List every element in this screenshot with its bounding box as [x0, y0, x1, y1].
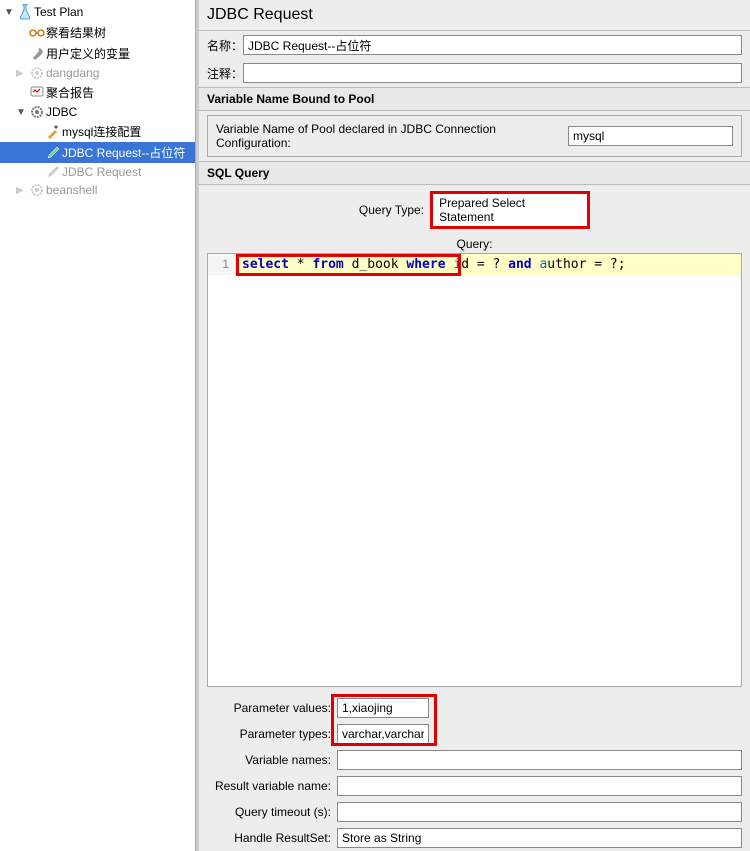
varnames-input[interactable] — [337, 750, 742, 770]
tree-panel: ▼ Test Plan 察看结果树 用户定义的变量 — [0, 0, 196, 851]
tree-item-jdbc-request-disabled[interactable]: JDBC Request — [0, 163, 195, 181]
sql-section-header: SQL Query — [199, 161, 750, 185]
resultvar-input[interactable] — [337, 776, 742, 796]
sql-editor[interactable]: 1 select * from d_book where id = ? and … — [207, 253, 742, 687]
flask-icon — [18, 4, 32, 20]
comment-input[interactable] — [243, 63, 742, 83]
comment-label: 注释： — [207, 65, 243, 82]
dropper-icon — [46, 146, 60, 160]
glasses-icon — [29, 27, 45, 39]
tree-item-uservars[interactable]: 用户定义的变量 — [0, 43, 195, 64]
tree-item-dangdang[interactable]: ▶ dangdang — [0, 64, 195, 82]
resultset-select[interactable] — [337, 828, 742, 848]
resultset-label: Handle ResultSet: — [207, 831, 337, 845]
timeout-input[interactable] — [337, 802, 742, 822]
param-values-input[interactable] — [337, 698, 429, 718]
main-panel: JDBC Request 名称： 注释： Variable Name Bound… — [196, 0, 750, 851]
page-title: JDBC Request — [199, 0, 750, 31]
tree-root-label: Test Plan — [34, 5, 83, 19]
line-number: 1 — [208, 254, 236, 275]
tree-item-results[interactable]: 察看结果树 — [0, 22, 195, 43]
tree-root[interactable]: ▼ Test Plan — [0, 2, 195, 22]
tree-item-aggregate[interactable]: 聚合报告 — [0, 82, 195, 103]
param-values-label: Parameter values: — [207, 701, 337, 715]
tree-item-jdbc[interactable]: ▼ JDBC — [0, 103, 195, 121]
pool-input[interactable] — [568, 126, 733, 146]
tools-icon — [46, 125, 60, 139]
gear-icon — [30, 105, 44, 119]
tree-item-beanshell[interactable]: ▶ beanshell — [0, 181, 195, 199]
timeout-label: Query timeout (s): — [207, 805, 337, 819]
pool-label: Variable Name of Pool declared in JDBC C… — [216, 122, 564, 150]
varnames-label: Variable names: — [207, 753, 337, 767]
query-type-select[interactable]: Prepared Select Statement — [430, 191, 590, 229]
tree-item-mysql-config[interactable]: mysql连接配置 — [0, 121, 195, 142]
name-label: 名称： — [207, 37, 243, 54]
dropper-icon — [46, 165, 60, 179]
resultvar-label: Result variable name: — [207, 779, 337, 793]
tree-item-jdbc-placeholder[interactable]: JDBC Request--占位符 — [0, 142, 195, 163]
pool-section-header: Variable Name Bound to Pool — [199, 87, 750, 111]
gear-icon — [30, 183, 44, 197]
wrench-icon — [30, 47, 44, 61]
query-type-label: Query Type: — [359, 203, 424, 217]
report-icon — [30, 84, 44, 101]
name-input[interactable] — [243, 35, 742, 55]
sql-line[interactable]: select * from d_book where id = ? and au… — [236, 254, 741, 275]
gear-icon — [30, 66, 44, 80]
param-types-label: Parameter types: — [207, 727, 337, 741]
query-label: Query: — [207, 235, 742, 253]
param-types-input[interactable] — [337, 724, 429, 744]
